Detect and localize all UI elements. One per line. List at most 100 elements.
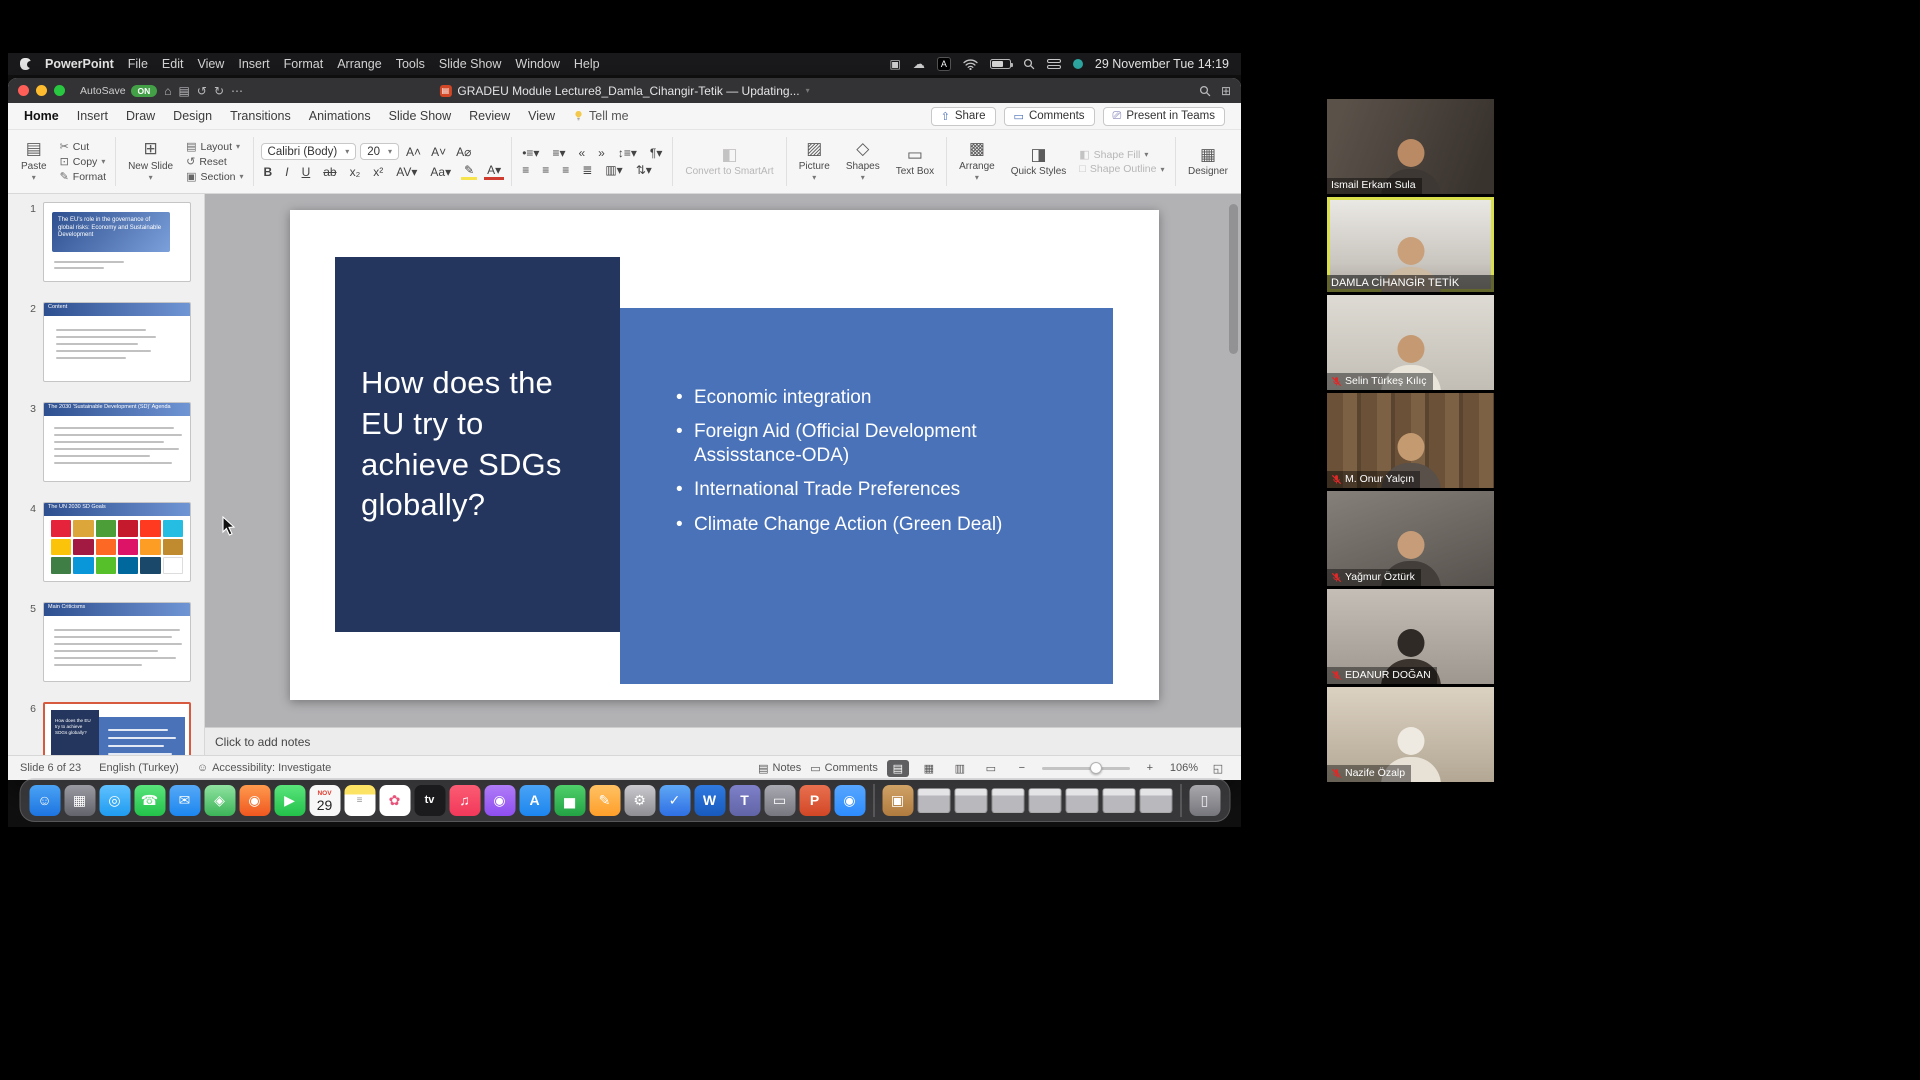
facetime-icon[interactable]: ▶	[274, 785, 305, 816]
participant-tile[interactable]: EDANUR DOĞAN	[1327, 589, 1494, 684]
thumbnail-preview[interactable]: The 2030 'Sustainable Development (SD)' …	[43, 402, 191, 482]
participant-tile[interactable]: M. Onur Yalçın	[1327, 393, 1494, 488]
safari-icon[interactable]: ◎	[99, 785, 130, 816]
thumbnail-slide-3[interactable]: 3 The 2030 'Sustainable Development (SD)…	[22, 402, 204, 482]
app-store-icon[interactable]: A	[519, 785, 550, 816]
participant-tile-active-speaker[interactable]: DAMLA CİHANGİR TETİK	[1327, 197, 1494, 292]
menu-bar-clock[interactable]: 29 November Tue 14:19	[1095, 57, 1229, 71]
menu-window[interactable]: Window	[515, 57, 559, 71]
participant-tile[interactable]: Nazife Özalp	[1327, 687, 1494, 782]
comments-button[interactable]: ▭Comments	[1004, 107, 1095, 126]
align-left-button[interactable]: ≡	[519, 163, 532, 177]
menu-app-name[interactable]: PowerPoint	[45, 57, 114, 71]
finder-icon[interactable]: ☺	[29, 785, 60, 816]
thumbnail-slide-5[interactable]: 5 Main Criticisms	[22, 602, 204, 682]
menu-slide-show[interactable]: Slide Show	[439, 57, 502, 71]
thumbnail-preview[interactable]: The UN 2030 SD Goals	[43, 502, 191, 582]
tab-transitions[interactable]: Transitions	[230, 109, 291, 123]
tab-draw[interactable]: Draw	[126, 109, 155, 123]
autosave-toggle[interactable]: AutoSave ON	[80, 85, 157, 97]
line-spacing-button[interactable]: ↕≡▾	[615, 146, 640, 160]
tab-insert[interactable]: Insert	[77, 109, 108, 123]
text-direction-button[interactable]: ¶▾	[647, 146, 665, 160]
slide-counter[interactable]: Slide 6 of 23	[20, 762, 81, 774]
change-case-button[interactable]: Aa▾	[427, 165, 454, 179]
subscript-button[interactable]: x₂	[347, 165, 364, 179]
align-right-button[interactable]: ≡	[559, 163, 572, 177]
zoom-app-icon[interactable]: ◉	[834, 785, 865, 816]
bullets-button[interactable]: •≡▾	[519, 146, 542, 160]
notes-app-icon[interactable]: ≡	[344, 785, 375, 816]
numbering-button[interactable]: ≡▾	[549, 146, 568, 160]
menu-tools[interactable]: Tools	[396, 57, 425, 71]
thumbnail-preview[interactable]: The EU's role in the governance of globa…	[43, 202, 191, 282]
tab-review[interactable]: Review	[469, 109, 510, 123]
menu-insert[interactable]: Insert	[238, 57, 269, 71]
section-button[interactable]: ▣Section▾	[184, 170, 245, 183]
tab-animations[interactable]: Animations	[309, 109, 371, 123]
spotlight-search-icon[interactable]	[1023, 58, 1035, 70]
slide-content-shape[interactable]: Economic integration Foreign Aid (Offici…	[620, 308, 1113, 684]
layout-button[interactable]: ▤Layout▾	[184, 140, 245, 153]
apple-menu-icon[interactable]	[20, 58, 31, 70]
teams-icon[interactable]: T	[729, 785, 760, 816]
highlight-color-button[interactable]: ✎	[461, 163, 477, 180]
picture-button[interactable]: ▨Picture▾	[794, 133, 835, 190]
fit-to-window-button[interactable]: ◱	[1207, 760, 1229, 777]
decrease-font-button[interactable]: A˅	[428, 145, 449, 159]
underline-button[interactable]: U	[299, 165, 314, 179]
more-commands-icon[interactable]: ⋯	[231, 84, 243, 98]
reading-view-button[interactable]: ▥	[949, 760, 971, 777]
new-slide-button[interactable]: ⊞New Slide▾	[123, 133, 178, 190]
slide-6-canvas[interactable]: How does the EU try to achieve SDGs glob…	[290, 210, 1159, 700]
zoom-slider[interactable]	[1042, 767, 1130, 770]
zoom-window-button[interactable]	[54, 85, 65, 96]
slide-title-shape[interactable]: How does the EU try to achieve SDGs glob…	[335, 257, 620, 632]
powerpoint-dock-icon[interactable]: P	[799, 785, 830, 816]
wifi-icon[interactable]	[963, 59, 978, 70]
participant-tile[interactable]: Ismail Erkam Sula	[1327, 99, 1494, 194]
thumbnail-preview[interactable]: Main Criticisms	[43, 602, 191, 682]
system-settings-icon[interactable]: ⚙	[624, 785, 655, 816]
podcasts-icon[interactable]: ◉	[484, 785, 515, 816]
calendar-icon[interactable]: NOV29	[309, 785, 340, 816]
thumbnail-slide-4[interactable]: 4 The UN 2030 SD Goals	[22, 502, 204, 582]
slide-editor-canvas[interactable]: How does the EU try to achieve SDGs glob…	[205, 194, 1241, 727]
share-sheet-icon[interactable]: ⊞	[1221, 84, 1231, 98]
home-icon[interactable]: ⌂	[164, 84, 171, 98]
cut-button[interactable]: ✂Cut	[58, 140, 108, 153]
input-source-icon[interactable]: A	[937, 57, 951, 71]
share-button[interactable]: ⇧Share	[931, 107, 996, 126]
mail-icon[interactable]: ✉	[169, 785, 200, 816]
minimized-window-thumbnail[interactable]	[1028, 788, 1061, 813]
align-center-button[interactable]: ≡	[539, 163, 552, 177]
participant-tile[interactable]: Yağmur Öztürk	[1327, 491, 1494, 586]
tab-home[interactable]: Home	[24, 109, 59, 123]
arrange-button[interactable]: ▩Arrange▾	[954, 133, 1000, 190]
redo-icon[interactable]: ↻	[214, 84, 224, 98]
minimized-window-thumbnail[interactable]	[1102, 788, 1135, 813]
copy-button[interactable]: ⊡Copy▾	[58, 155, 108, 168]
shape-fill-button[interactable]: ◧Shape Fill▾	[1077, 148, 1166, 161]
vertical-scrollbar[interactable]	[1229, 204, 1238, 354]
save-icon[interactable]: ▤	[179, 84, 190, 98]
minimized-window-thumbnail[interactable]	[917, 788, 950, 813]
paste-button[interactable]: ▤Paste▾	[16, 133, 52, 190]
launchpad-icon[interactable]: ▦	[64, 785, 95, 816]
slide-sorter-view-button[interactable]: ▦	[918, 760, 940, 777]
participant-tile[interactable]: Selin Türkeş Kılıç	[1327, 295, 1494, 390]
shape-outline-button[interactable]: □Shape Outline▾	[1077, 163, 1166, 175]
firefox-icon[interactable]: ◉	[239, 785, 270, 816]
notes-toggle[interactable]: ▤Notes	[758, 762, 801, 775]
menu-edit[interactable]: Edit	[162, 57, 184, 71]
slideshow-view-button[interactable]: ▭	[980, 760, 1002, 777]
character-spacing-button[interactable]: AV▾	[393, 165, 420, 179]
cloud-icon[interactable]: ☁	[913, 57, 925, 71]
battery-icon[interactable]	[990, 59, 1011, 69]
normal-view-button[interactable]: ▤	[887, 760, 909, 777]
zoom-out-button[interactable]: −	[1011, 760, 1033, 777]
thumbnail-slide-6-selected[interactable]: 6 How does the EU try to achieve SDGs gl…	[22, 702, 204, 755]
music-icon[interactable]: ♫	[449, 785, 480, 816]
messages-icon[interactable]: ☎	[134, 785, 165, 816]
zoom-percentage[interactable]: 106%	[1170, 762, 1198, 774]
